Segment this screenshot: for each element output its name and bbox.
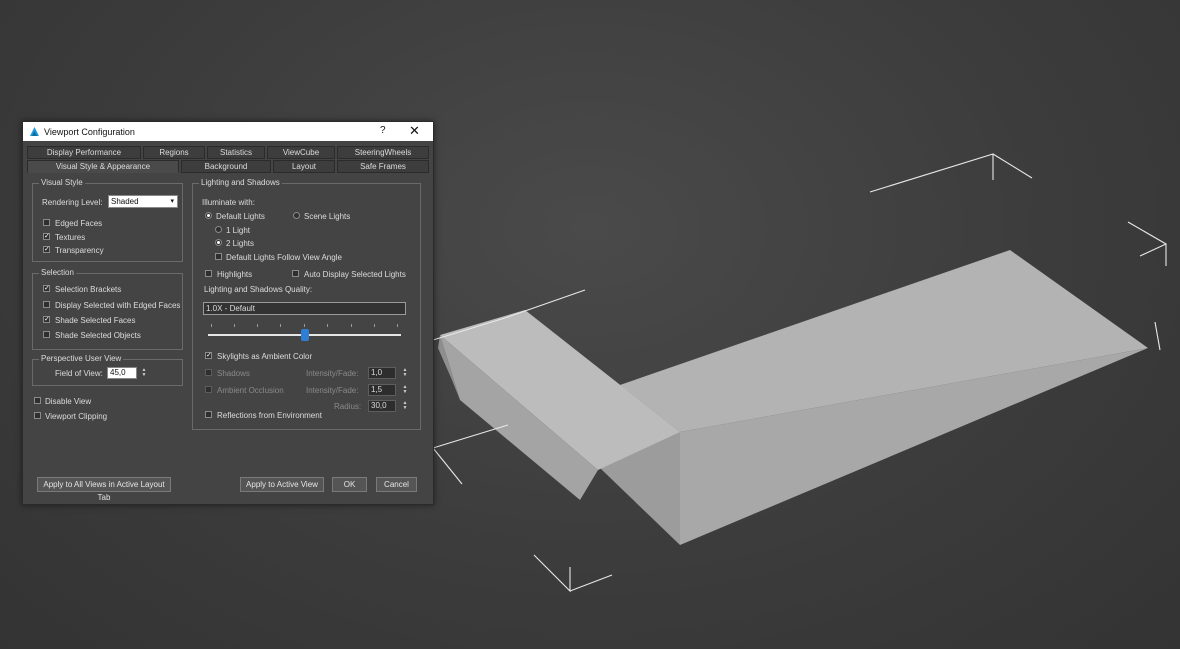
two-lights-label: 2 Lights (226, 239, 255, 248)
follow-view-checkbox[interactable] (215, 253, 222, 260)
edged-faces-label: Edged Faces (55, 219, 103, 228)
ambient-occlusion-label: Ambient Occlusion (217, 386, 284, 395)
slider-tick (234, 324, 235, 327)
spinner-arrows-icon[interactable]: ▲ ▼ (141, 368, 147, 379)
selection-brackets-checkbox[interactable]: ✓ (43, 285, 50, 292)
tab-statistics[interactable]: Statistics (207, 146, 265, 159)
intensity-fade-input-1[interactable]: 1,0 (368, 367, 396, 379)
viewport-configuration-dialog: Viewport Configuration ? ✕ Display Perfo… (22, 121, 434, 505)
highlights-checkbox[interactable] (205, 270, 212, 277)
edged-faces-checkbox[interactable] (43, 219, 50, 226)
app-logo-icon (30, 127, 39, 136)
spinner-arrows-icon[interactable]: ▲ ▼ (402, 401, 408, 412)
tab-display-performance[interactable]: Display Performance (27, 146, 141, 159)
tab-steeringwheels[interactable]: SteeringWheels (337, 146, 429, 159)
model-box[interactable] (438, 250, 1148, 545)
quality-label: Lighting and Shadows Quality: (204, 285, 313, 294)
intensity-fade-label-1: Intensity/Fade: (306, 369, 359, 378)
radius-label: Radius: (334, 402, 362, 411)
display-selected-edged-label: Display Selected with Edged Faces (55, 301, 181, 310)
transparency-checkbox[interactable]: ✓ (43, 246, 50, 253)
scene-lights-label: Scene Lights (304, 212, 351, 221)
spinner-arrows-icon[interactable]: ▲ ▼ (402, 368, 408, 379)
one-light-label: 1 Light (226, 226, 251, 235)
default-lights-radio[interactable] (205, 212, 212, 219)
slider-tick (280, 324, 281, 327)
help-icon[interactable]: ? (380, 125, 386, 136)
fov-input[interactable]: 45,0 (107, 367, 137, 379)
two-lights-radio[interactable] (215, 239, 222, 246)
spinner-arrows-icon[interactable]: ▲ ▼ (402, 385, 408, 396)
shade-selected-objects-label: Shade Selected Objects (55, 331, 141, 340)
close-icon[interactable]: ✕ (409, 123, 420, 139)
chevron-down-icon: ▾ (170, 198, 174, 205)
ambient-occlusion-checkbox[interactable] (205, 386, 212, 393)
tab-safe-frames[interactable]: Safe Frames (337, 160, 429, 173)
group-label: Lighting and Shadows (199, 178, 282, 187)
slider-tick (304, 324, 305, 327)
display-selected-edged-checkbox[interactable] (43, 301, 50, 308)
group-label: Perspective User View (39, 354, 124, 363)
disable-view-label: Disable View (45, 397, 92, 406)
shadows-checkbox[interactable] (205, 369, 212, 376)
viewport-clipping-label: Viewport Clipping (45, 412, 108, 421)
slider-tick (211, 324, 212, 327)
reflections-checkbox[interactable] (205, 411, 212, 418)
ok-button[interactable]: OK (332, 477, 367, 492)
rendering-level-value: Shaded (111, 197, 139, 206)
shade-selected-faces-checkbox[interactable]: ✓ (43, 316, 50, 323)
cancel-button[interactable]: Cancel (376, 477, 417, 492)
dialog-title: Viewport Configuration (44, 127, 135, 137)
auto-display-checkbox[interactable] (292, 270, 299, 277)
transparency-label: Transparency (55, 246, 104, 255)
shade-selected-objects-checkbox[interactable] (43, 331, 50, 338)
rendering-level-label: Rendering Level: (42, 198, 103, 207)
scene-lights-radio[interactable] (293, 212, 300, 219)
slider-thumb[interactable] (300, 329, 309, 341)
slider-tick (327, 324, 328, 327)
dialog-titlebar[interactable]: Viewport Configuration ? ✕ (23, 122, 433, 141)
slider-tick (397, 324, 398, 327)
intensity-fade-input-2[interactable]: 1,5 (368, 384, 396, 396)
rendering-level-select[interactable]: Shaded ▾ (108, 195, 178, 208)
viewport-clipping-checkbox[interactable] (34, 412, 41, 419)
slider-tick (351, 324, 352, 327)
tab-visual-style[interactable]: Visual Style & Appearance (27, 160, 179, 173)
reflections-label: Reflections from Environment (217, 411, 322, 420)
tab-regions[interactable]: Regions (143, 146, 205, 159)
apply-active-view-button[interactable]: Apply to Active View (240, 477, 324, 492)
follow-view-label: Default Lights Follow View Angle (226, 253, 342, 262)
slider-tick (374, 324, 375, 327)
quality-slider[interactable] (208, 322, 401, 342)
fov-label: Field of View: (55, 369, 103, 378)
skylights-checkbox[interactable]: ✓ (205, 352, 212, 359)
apply-all-views-button[interactable]: Apply to All Views in Active Layout Tab (37, 477, 171, 502)
shadows-label: Shadows (217, 369, 250, 378)
intensity-fade-label-2: Intensity/Fade: (306, 386, 359, 395)
shade-selected-faces-label: Shade Selected Faces (55, 316, 136, 325)
group-label: Selection (39, 268, 76, 277)
tab-viewcube[interactable]: ViewCube (267, 146, 335, 159)
illuminate-label: Illuminate with: (202, 198, 255, 207)
highlights-label: Highlights (217, 270, 253, 279)
group-label: Visual Style (39, 178, 85, 187)
quality-field[interactable]: 1.0X - Default (203, 302, 406, 315)
default-lights-label: Default Lights (216, 212, 265, 221)
radius-input[interactable]: 30,0 (368, 400, 396, 412)
disable-view-checkbox[interactable] (34, 397, 41, 404)
one-light-radio[interactable] (215, 226, 222, 233)
skylights-label: Skylights as Ambient Color (217, 352, 313, 361)
auto-display-label: Auto Display Selected Lights (304, 270, 406, 279)
slider-tick (257, 324, 258, 327)
tab-layout[interactable]: Layout (273, 160, 335, 173)
tab-background[interactable]: Background (181, 160, 271, 173)
textures-label: Textures (55, 233, 86, 242)
selection-brackets-label: Selection Brackets (55, 285, 122, 294)
textures-checkbox[interactable]: ✓ (43, 233, 50, 240)
